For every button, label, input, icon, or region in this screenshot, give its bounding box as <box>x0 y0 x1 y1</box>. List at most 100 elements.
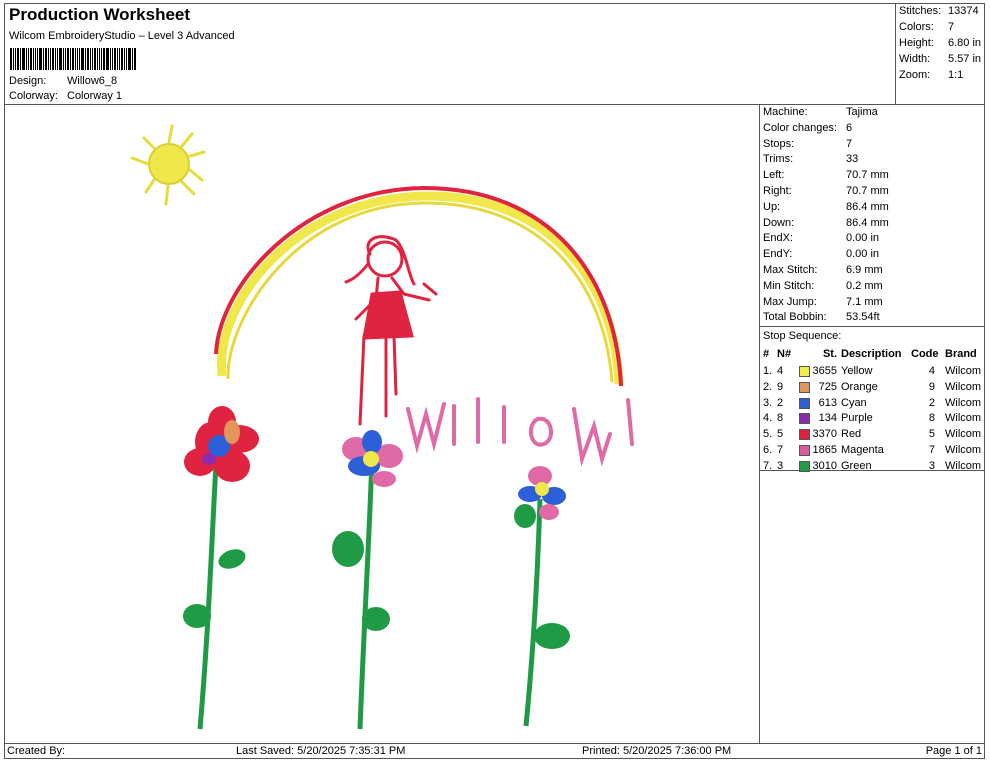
stop-sequence-row: 2. 9 725 Orange 9 Wilcom <box>763 379 985 395</box>
barcode-bar <box>97 48 98 70</box>
barcode-bar <box>134 48 136 70</box>
info-label: EndY: <box>763 248 793 261</box>
color-description: Yellow <box>841 365 873 377</box>
colorway-row: Colorway: Colorway 1 <box>9 90 122 102</box>
barcode-bar <box>15 48 16 70</box>
barcode-bar <box>72 48 74 70</box>
machine-info-row: Total Bobbin: 53.54ft <box>763 309 880 325</box>
color-code: 2 <box>928 396 935 409</box>
stat-colors: Colors: 7 <box>899 21 954 33</box>
printed-date: Printed: 5/20/2025 7:36:00 PM <box>582 745 732 757</box>
stat-width: Width: 5.57 in <box>899 53 981 65</box>
machine-info-row: EndX: 0.00 in <box>763 230 879 246</box>
needle-num: 7 <box>777 444 784 456</box>
barcode-bar <box>128 48 131 70</box>
stop-num: 4. <box>763 412 773 425</box>
stats-panel: Stitches: 13374 Colors: 7 Height: 6.80 in W… <box>895 3 985 105</box>
stat-value: 5.57 in <box>948 53 982 65</box>
barcode-bar <box>35 48 36 70</box>
page-number: Page 1 of 1 <box>925 745 982 757</box>
stat-height: Height: 6.80 in <box>899 37 981 49</box>
barcode-bar <box>114 48 116 70</box>
stop-sequence-header: # N# St. Description Code Brand <box>763 348 985 362</box>
col-description: Description <box>841 348 902 360</box>
barcode-bar <box>30 48 32 70</box>
stat-label: Colors: <box>899 21 934 33</box>
info-label: Up: <box>763 200 781 213</box>
info-value: 6.9 mm <box>846 264 883 276</box>
color-swatch <box>799 381 810 393</box>
needle-num: 8 <box>777 412 784 425</box>
barcode-image <box>10 48 148 70</box>
color-code: 4 <box>928 365 935 377</box>
barcode-bar <box>26 48 27 70</box>
barcode-bar <box>55 48 56 70</box>
barcode-bar <box>94 48 96 70</box>
barcode-bar <box>48 48 49 70</box>
info-value: 70.7 mm <box>846 185 889 197</box>
machine-info-row: Min Stitch: 0.2 mm <box>763 278 883 294</box>
stick-figure <box>344 235 438 426</box>
machine-info-row: Max Stitch: 6.9 mm <box>763 262 883 278</box>
stop-num: 1. <box>763 365 773 377</box>
barcode-bar <box>121 48 123 70</box>
machine-info-row: Left: 70.7 mm <box>763 167 889 183</box>
color-code: 3 <box>928 459 935 472</box>
machine-info-row: Up: 86.4 mm <box>763 199 889 215</box>
flower-middle <box>332 430 403 730</box>
barcode-bar <box>132 48 133 70</box>
design-label: Design: <box>9 75 47 87</box>
divider <box>760 326 985 327</box>
barcode-bar <box>75 48 76 70</box>
last-saved: Last Saved: 5/20/2025 7:35:31 PM <box>236 745 406 757</box>
barcode-bar <box>63 48 64 70</box>
machine-info-row: Color changes: 6 <box>763 120 852 136</box>
color-code: 7 <box>928 444 935 456</box>
color-description: Green <box>841 459 872 472</box>
barcode-bar <box>59 48 62 70</box>
stitch-count: 3655 <box>812 365 837 377</box>
flower-left <box>183 406 259 730</box>
colorway-value: Colorway 1 <box>67 90 123 102</box>
stop-num: 5. <box>763 428 773 441</box>
color-swatch <box>799 413 810 425</box>
info-value: 7 <box>846 137 853 150</box>
design-preview-canvas[interactable] <box>4 104 760 744</box>
barcode-bar <box>126 48 127 70</box>
color-description: Red <box>841 428 862 441</box>
thread-brand: Wilcom <box>945 444 982 456</box>
barcode-bar <box>52 48 54 70</box>
needle-num: 9 <box>777 380 784 393</box>
machine-info-row: Trims: 33 <box>763 151 858 167</box>
machine-info-row: Max Jump: 7.1 mm <box>763 294 883 310</box>
worksheet-footer: Created By: Last Saved: 5/20/2025 7:35:3… <box>4 743 985 759</box>
design-row: Design: Willow6_8 <box>9 75 117 87</box>
design-value: Willow6_8 <box>67 75 118 87</box>
barcode-bar <box>65 48 66 70</box>
stat-value: 13374 <box>948 5 979 17</box>
machine-info-row: Machine: Tajima <box>763 104 878 120</box>
stat-label: Height: <box>899 37 934 49</box>
stop-sequence-title: Stop Sequence: <box>763 330 842 342</box>
color-description: Cyan <box>841 396 867 409</box>
info-value: 86.4 mm <box>846 200 889 213</box>
barcode-bar <box>124 48 125 70</box>
info-label: Total Bobbin: <box>763 311 827 324</box>
color-swatch <box>799 429 810 441</box>
rainbow-arc <box>214 185 624 387</box>
stat-zoom: Zoom: 1:1 <box>899 69 963 81</box>
stop-num: 6. <box>763 444 773 456</box>
stop-sequence-row: 3. 2 613 Cyan 2 Wilcom <box>763 395 985 411</box>
info-value: 70.7 mm <box>846 169 889 182</box>
info-label: Right: <box>763 185 792 197</box>
barcode-bar <box>112 48 113 70</box>
thread-brand: Wilcom <box>945 459 982 472</box>
needle-num: 4 <box>777 365 784 377</box>
stop-num: 3. <box>763 396 773 409</box>
color-description: Purple <box>841 412 873 425</box>
machine-info-panel: Stop Sequence: # N# St. Description Code… <box>760 104 985 744</box>
stitch-count: 725 <box>818 380 837 393</box>
stat-value: 7 <box>948 21 955 33</box>
info-label: Machine: <box>763 106 808 118</box>
barcode-bar <box>90 48 91 70</box>
